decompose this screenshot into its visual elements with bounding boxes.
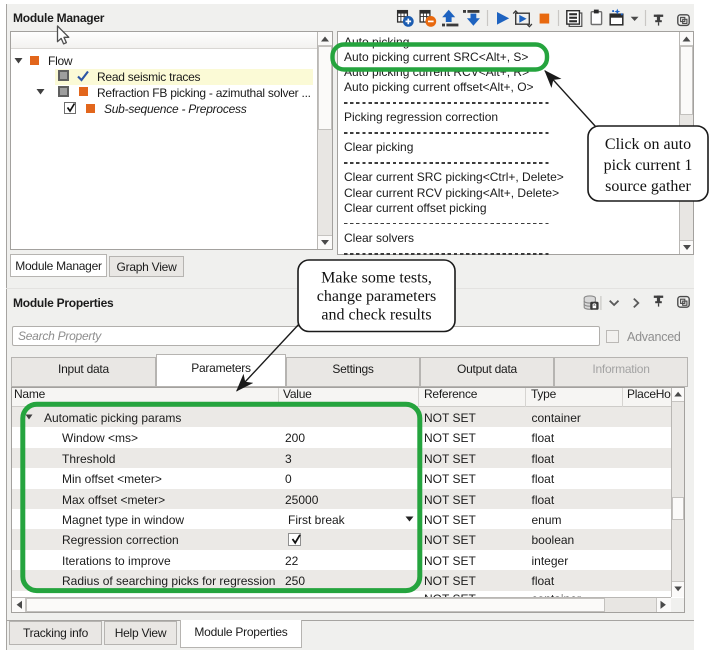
svg-text:Click on auto: Click on auto [605,136,691,153]
svg-text:change parameters: change parameters [317,288,436,305]
svg-text:and check results: and check results [321,307,431,324]
svg-text:source gather: source gather [605,178,691,195]
svg-text:pick current 1: pick current 1 [604,157,693,174]
svg-text:Make some tests,: Make some tests, [321,270,432,287]
